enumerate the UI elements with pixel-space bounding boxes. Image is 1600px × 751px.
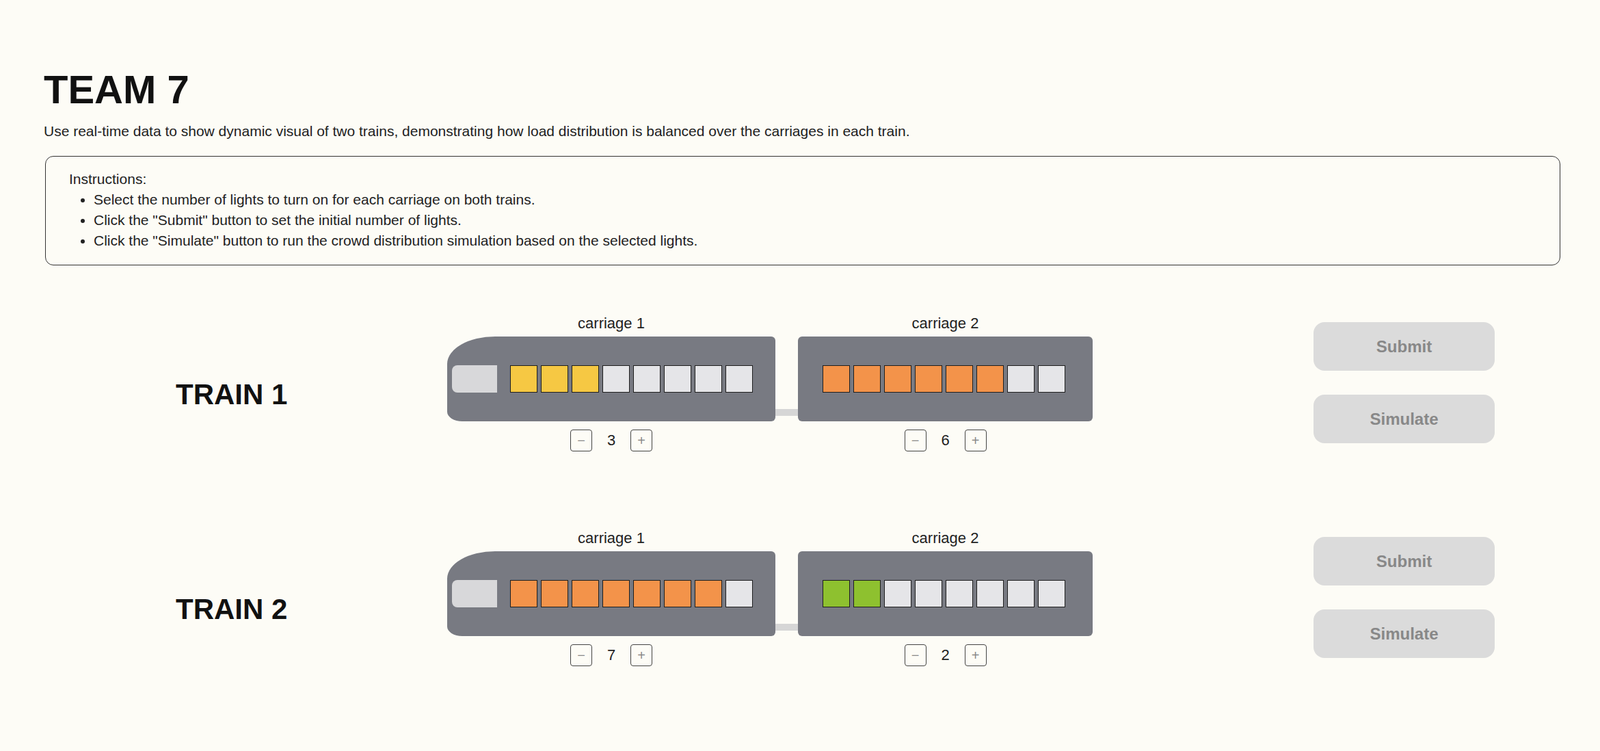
light-counter: −6 + [904,429,987,452]
front-window [451,579,498,608]
light [1007,579,1035,608]
light-count: 2 [936,644,956,666]
train-name: TRAIN 2 [175,527,448,627]
carriage-body [447,336,776,422]
page-title: TEAM 7 [43,65,1557,114]
decrement-button[interactable]: − [904,429,927,452]
train-row: TRAIN 2carriage 1−7+carriage 2−2+SubmitS… [175,527,1557,666]
light [540,365,569,393]
carriage: carriage 1 −7 + [447,527,776,666]
light [540,579,569,608]
light-row [822,365,1066,393]
light [945,365,973,393]
carriage: carriage 1 −3 + [447,313,776,452]
light [853,579,881,608]
coupler [775,623,798,631]
action-button[interactable]: Simulate [1313,609,1495,658]
carriage-label: carriage 2 [912,527,980,549]
light [976,579,1004,608]
train: carriage 1−7+carriage 2−2+ [447,527,1162,666]
light [1007,365,1035,393]
light [822,579,850,608]
action-button[interactable]: Submit [1313,322,1495,371]
light [725,365,753,393]
light-row [510,365,753,393]
light [571,365,599,393]
train-list: TRAIN 1carriage 1−3+carriage 2−6+SubmitS… [43,313,1557,666]
light-count: 6 [936,430,956,451]
light [571,579,599,608]
light [945,579,973,608]
light [725,579,753,608]
action-button[interactable]: Submit [1313,536,1495,586]
carriage-body [447,551,776,636]
increment-button[interactable]: + [630,429,653,452]
decrement-button[interactable]: − [904,644,927,666]
light-count: 3 [601,430,621,451]
light [976,365,1004,393]
carriage: carriage 2 −6 + [797,313,1093,452]
train-name: TRAIN 1 [175,313,448,412]
light-row [510,579,753,608]
light-counter: −3 + [570,429,653,452]
page-description: Use real-time data to show dynamic visua… [43,121,1557,142]
light-counter: −2 + [904,644,987,666]
light [914,579,943,608]
light [663,579,692,608]
light [884,579,912,608]
decrement-button[interactable]: − [570,644,593,666]
carriage-label: carriage 2 [912,313,980,334]
light [1037,365,1066,393]
light-row [822,579,1066,608]
light-counter: −7 + [570,644,653,666]
train: carriage 1−3+carriage 2−6+ [447,313,1162,452]
light [694,365,723,393]
page: TEAM 7 Use real-time data to show dynamic… [0,0,1600,751]
carriage-body [797,336,1093,422]
light [633,365,661,393]
light [1037,579,1066,608]
increment-button[interactable]: + [964,644,987,666]
light [602,365,630,393]
light [853,365,881,393]
train-actions: Submit Simulate [1313,322,1495,444]
instructions-heading: Instructions: [69,168,1537,190]
light [510,365,538,393]
light [884,365,912,393]
light [663,365,692,393]
light [510,579,538,608]
increment-button[interactable]: + [630,644,653,666]
train-row: TRAIN 1carriage 1−3+carriage 2−6+SubmitS… [175,313,1557,452]
light [694,579,723,608]
train-actions: Submit Simulate [1313,536,1495,658]
carriage-label: carriage 1 [577,313,645,334]
light [822,365,850,393]
increment-button[interactable]: + [964,429,987,452]
carriage-label: carriage 1 [577,527,645,549]
instructions-list: Select the number of lights to turn on f… [69,189,1537,251]
instructions-panel: Instructions:Select the number of lights… [45,155,1561,266]
carriage: carriage 2 −2 + [797,527,1093,666]
light [914,365,943,393]
light [633,579,661,608]
instruction-item: Click the "Submit" button to set the ini… [93,209,1537,231]
light [602,579,630,608]
light-count: 7 [601,644,621,666]
instruction-item: Click the "Simulate" button to run the c… [93,230,1537,251]
carriage-body [797,551,1093,636]
action-button[interactable]: Simulate [1313,394,1495,444]
decrement-button[interactable]: − [570,429,593,452]
instruction-item: Select the number of lights to turn on f… [93,189,1537,210]
coupler [775,408,798,416]
front-window [451,365,498,393]
